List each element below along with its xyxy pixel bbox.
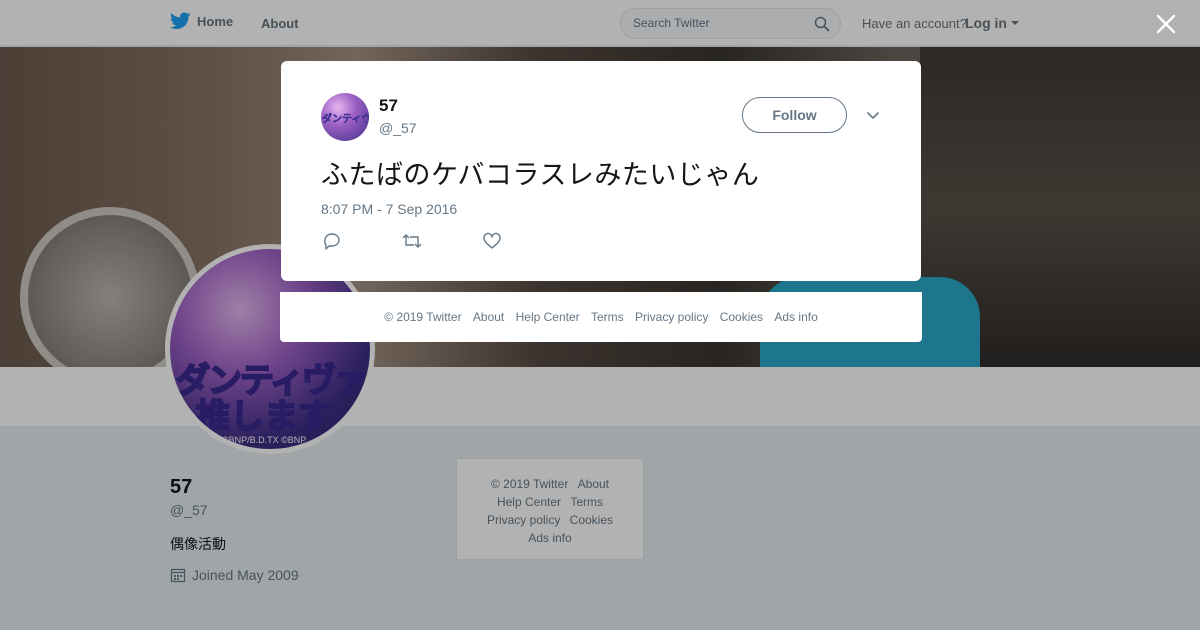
footer-about[interactable]: About [473, 310, 504, 324]
footer-terms[interactable]: Terms [591, 310, 624, 324]
tweet-author-handle[interactable]: @_57 [379, 120, 417, 136]
footer-copyright: © 2019 Twitter [384, 310, 462, 324]
chevron-down-icon[interactable] [866, 111, 880, 121]
tweet-author-avatar[interactable]: ダンティヴァを [321, 93, 369, 141]
tweet-modal: ダンティヴァを 57 @_57 Follow ふたばのケバコラスレみたいじゃん … [281, 61, 921, 281]
close-icon[interactable] [1155, 13, 1177, 35]
footer-ads-info[interactable]: Ads info [774, 310, 817, 324]
footer-help-center[interactable]: Help Center [516, 310, 580, 324]
follow-button[interactable]: Follow [742, 97, 847, 133]
retweet-icon[interactable] [401, 231, 423, 251]
tweet-timestamp[interactable]: 8:07 PM - 7 Sep 2016 [321, 201, 457, 217]
footer-cookies[interactable]: Cookies [720, 310, 763, 324]
like-icon[interactable] [481, 231, 503, 251]
tweet-text: ふたばのケバコラスレみたいじゃん [321, 160, 760, 190]
modal-footer: © 2019 Twitter About Help Center Terms P… [280, 292, 922, 342]
tweet-avatar-text: ダンティヴァを [322, 114, 369, 125]
tweet-author-name[interactable]: 57 [379, 96, 398, 116]
reply-icon[interactable] [321, 231, 343, 251]
footer-privacy-policy[interactable]: Privacy policy [635, 310, 708, 324]
